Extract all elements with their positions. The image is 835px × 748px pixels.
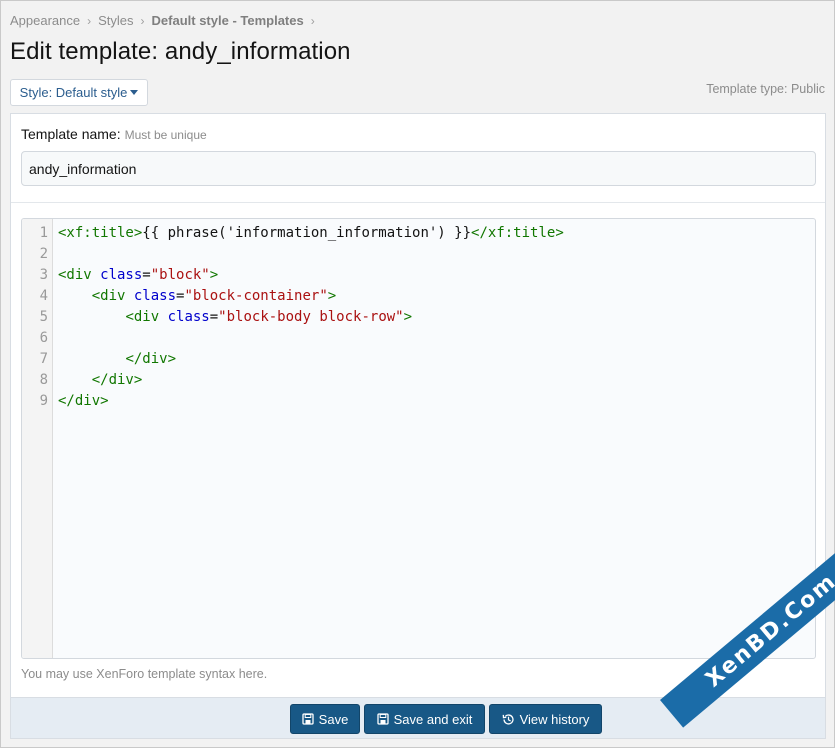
- editor-hint: You may use XenForo template syntax here…: [21, 667, 268, 681]
- code-line: </div>: [125, 351, 177, 367]
- save-and-exit-button-label: Save and exit: [393, 711, 473, 727]
- save-button[interactable]: Save: [290, 704, 360, 734]
- style-selector-button[interactable]: Style: Default style: [10, 79, 148, 106]
- code-line: </div>: [91, 372, 143, 388]
- template-form: Template name:Must be unique 1 2 3 4 5 6 7 8 9 <…: [10, 113, 826, 739]
- code-line: </div>: [58, 393, 109, 409]
- style-selector-label: Style: Default style: [19, 85, 128, 100]
- page-frame: Appearance › Styles › Default style - Te…: [0, 0, 835, 748]
- breadcrumb-appearance[interactable]: Appearance: [10, 13, 80, 28]
- chevron-right-icon: ›: [87, 13, 92, 28]
- template-name-row: Template name: Must be unique: [11, 114, 825, 203]
- code-editor[interactable]: 1 2 3 4 5 6 7 8 9 <xf:title>{{ phrase('informati…: [21, 218, 816, 659]
- template-name-input[interactable]: [21, 151, 816, 186]
- template-type-label: Template type: Public: [706, 82, 825, 96]
- line-number: 5: [39, 309, 48, 325]
- chevron-right-icon: ›: [310, 13, 315, 28]
- page-title: Edit template: andy_information: [10, 38, 351, 65]
- template-name-label-text: Template name:: [21, 126, 121, 142]
- breadcrumb: Appearance › Styles › Default style - Te…: [10, 13, 322, 28]
- chevron-right-icon: ›: [140, 13, 145, 28]
- save-button-label: Save: [318, 711, 349, 727]
- code-line: <div class="block-container">: [91, 288, 337, 304]
- line-number: 1: [39, 225, 48, 241]
- view-history-button[interactable]: View history: [489, 704, 602, 734]
- breadcrumb-templates[interactable]: Default style - Templates: [152, 13, 304, 28]
- code-line: <div class="block-body block-row">: [125, 309, 413, 325]
- save-icon: [376, 713, 389, 725]
- save-and-exit-button[interactable]: Save and exit: [364, 704, 485, 734]
- template-name-hint: Must be unique: [124, 128, 207, 142]
- code-line: <xf:title>{{ phrase('information_informa…: [58, 225, 564, 241]
- line-number: 9: [39, 393, 48, 409]
- breadcrumb-styles[interactable]: Styles: [98, 13, 133, 28]
- caret-down-icon: [130, 90, 139, 95]
- view-history-button-label: View history: [519, 711, 590, 727]
- code-line: <div class="block">: [58, 267, 219, 283]
- line-number: 8: [39, 372, 48, 388]
- line-number-gutter: 1 2 3 4 5 6 7 8 9: [22, 219, 53, 658]
- line-number: 7: [39, 351, 48, 367]
- line-number: 6: [39, 330, 48, 346]
- save-icon: [302, 713, 314, 725]
- line-number: 4: [39, 288, 48, 304]
- line-number: 2: [39, 246, 48, 262]
- history-icon: [502, 713, 514, 725]
- template-name-label: Template name: Must be unique: [21, 126, 207, 142]
- line-number: 3: [39, 267, 48, 283]
